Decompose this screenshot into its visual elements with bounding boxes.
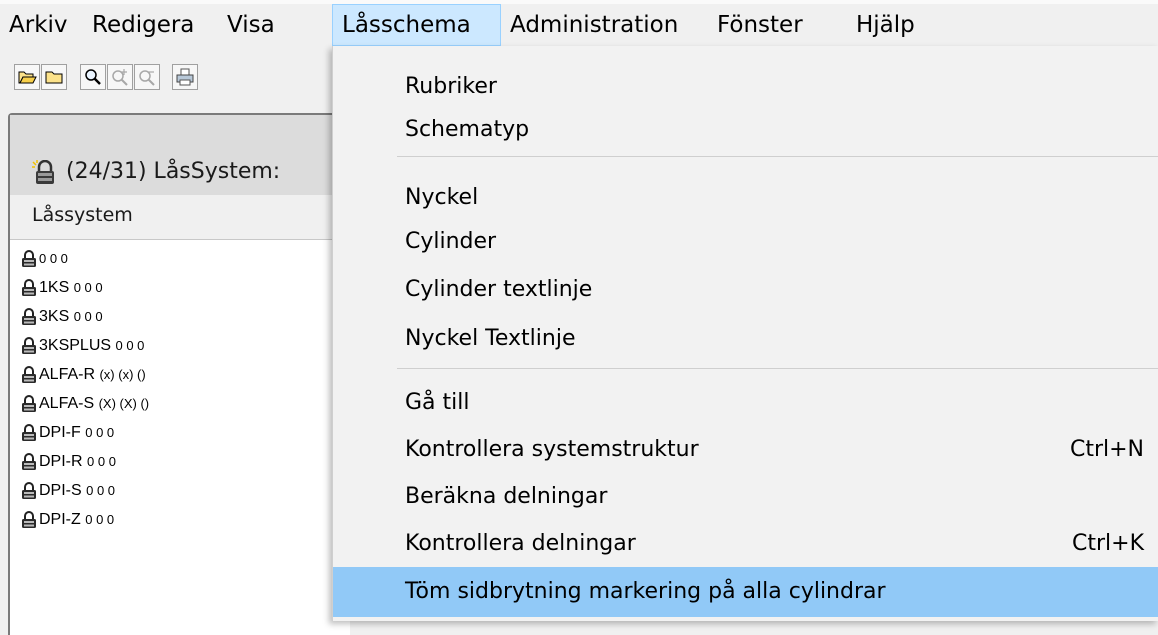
menu-hjalp[interactable]: Hjälp — [847, 4, 924, 46]
menu-item-kontrollera-delningar[interactable]: Kontrollera delningar Ctrl+K — [333, 523, 1158, 565]
window-title: (24/31) LåsSystem: — [66, 159, 281, 184]
zoom-out-button[interactable] — [134, 64, 160, 90]
folder-button[interactable] — [41, 64, 67, 90]
lock-icon — [22, 510, 36, 528]
lock-icon — [22, 394, 36, 412]
menu-item-label: Nyckel Textlinje — [405, 326, 576, 351]
list-item[interactable]: DPI-S 0 0 0 — [20, 476, 115, 505]
list-item[interactable]: 3KSPLUS 0 0 0 — [20, 331, 144, 360]
row-name: DPI-Z — [39, 511, 81, 528]
row-suffix: 0 0 0 — [86, 483, 116, 498]
list-item[interactable]: 0 0 0 — [20, 244, 68, 273]
row-suffix: (X) (X) () — [98, 396, 150, 411]
lock-system-icon — [32, 160, 54, 184]
lock-icon — [22, 452, 36, 470]
zoom-in-button[interactable] — [107, 64, 133, 90]
column-header-lassystem[interactable]: Låssystem — [10, 195, 350, 240]
shortcut-label: Ctrl+N — [1069, 437, 1144, 462]
row-name: DPI-R — [39, 453, 83, 470]
row-suffix: 0 0 0 — [73, 280, 103, 295]
list-item[interactable]: DPI-Z 0 0 0 — [20, 505, 114, 534]
menu-item-label: Schematyp — [405, 117, 530, 142]
shortcut-label: Ctrl+K — [1071, 531, 1144, 556]
row-suffix: 0 0 0 — [39, 251, 68, 266]
menu-redigera[interactable]: Redigera — [83, 4, 203, 46]
column-header-label: Låssystem — [32, 204, 133, 226]
lock-icon — [22, 249, 36, 267]
menu-bar: Arkiv Redigera Visa Låsschema Administra… — [0, 0, 1158, 46]
print-button[interactable] — [172, 64, 198, 90]
row-name: 3KSPLUS — [39, 337, 112, 354]
menu-lasschema[interactable]: Låsschema — [332, 4, 501, 46]
zoom-in-icon — [112, 69, 128, 86]
zoom-icon — [85, 69, 101, 85]
menu-item-label: Kontrollera systemstruktur — [405, 437, 699, 462]
row-suffix: 0 0 0 — [115, 338, 145, 353]
lock-icon — [22, 365, 36, 383]
list-item[interactable]: DPI-R 0 0 0 — [20, 447, 116, 476]
menu-separator — [397, 156, 1158, 157]
menu-item-tom-sidbrytning[interactable]: Töm sidbrytning markering på alla cylind… — [333, 567, 1158, 617]
window-titlebar[interactable]: (24/31) LåsSystem: — [10, 115, 350, 195]
menu-item-nyckel-textlinje[interactable]: Nyckel Textlinje › — [333, 318, 1158, 360]
list-item[interactable]: DPI-F 0 0 0 — [20, 418, 114, 447]
lock-icon — [22, 423, 36, 441]
row-name: 1KS — [39, 279, 70, 296]
menu-visa[interactable]: Visa — [218, 4, 284, 46]
zoom-out-icon — [139, 70, 155, 86]
open-folder-button[interactable] — [14, 64, 40, 90]
row-name: ALFA-S — [39, 395, 95, 412]
menu-item-label: Töm sidbrytning markering på alla cylind… — [405, 579, 886, 604]
menu-item-label: Gå till — [405, 390, 470, 415]
menu-fonster[interactable]: Fönster — [708, 4, 812, 46]
list-item[interactable]: 1KS 0 0 0 — [20, 273, 103, 302]
lock-system-window: (24/31) LåsSystem: Låssystem 0 0 0 1KS 0… — [8, 113, 350, 635]
folder-icon — [45, 71, 63, 84]
menu-item-label: Nyckel — [405, 185, 479, 210]
toolbar — [0, 46, 330, 106]
lock-icon — [22, 481, 36, 499]
menu-arkiv[interactable]: Arkiv — [0, 4, 77, 46]
list-item[interactable]: ALFA-S (X) (X) () — [20, 389, 149, 418]
menu-item-label: Cylinder textlinje — [405, 277, 593, 302]
menu-administration[interactable]: Administration — [501, 4, 687, 46]
menu-item-cylinder-textlinje[interactable]: Cylinder textlinje › — [333, 269, 1158, 311]
row-suffix: 0 0 0 — [85, 512, 115, 527]
menu-item-label: Cylinder — [405, 229, 497, 254]
lock-icon — [22, 307, 36, 325]
menu-item-label: Rubriker — [405, 74, 497, 99]
lock-icon — [22, 278, 36, 296]
menu-separator — [397, 368, 1158, 369]
row-name: DPI-F — [39, 424, 81, 441]
menu-item-ga-till[interactable]: Gå till › — [333, 382, 1158, 424]
row-suffix: 0 0 0 — [87, 454, 116, 469]
menu-item-label: Beräkna delningar — [405, 484, 608, 509]
row-suffix: 0 0 0 — [73, 309, 103, 324]
menu-item-berakna-delningar[interactable]: Beräkna delningar — [333, 476, 1158, 518]
row-suffix: 0 0 0 — [85, 425, 115, 440]
menu-item-kontrollera-systemstruktur[interactable]: Kontrollera systemstruktur Ctrl+N — [333, 429, 1158, 471]
open-folder-icon — [18, 71, 37, 84]
lasschema-dropdown-menu: Rubriker › Schematyp › Nyckel › Cylinder… — [332, 46, 1158, 621]
row-name: DPI-S — [39, 482, 82, 499]
menu-item-cylinder[interactable]: Cylinder › — [333, 221, 1158, 263]
row-name: 3KS — [39, 308, 70, 325]
menu-item-schematyp[interactable]: Schematyp › — [333, 109, 1158, 151]
zoom-button[interactable] — [80, 64, 106, 90]
menu-item-label: Kontrollera delningar — [405, 531, 636, 556]
print-icon — [176, 68, 194, 86]
menu-item-nyckel[interactable]: Nyckel › — [333, 177, 1158, 219]
list-item[interactable]: ALFA-R (x) (x) () — [20, 360, 146, 389]
row-suffix: (x) (x) () — [99, 367, 146, 382]
lock-icon — [22, 336, 36, 354]
list-item[interactable]: 3KS 0 0 0 — [20, 302, 103, 331]
row-name: ALFA-R — [39, 366, 96, 383]
menu-item-rubriker[interactable]: Rubriker › — [333, 66, 1158, 108]
